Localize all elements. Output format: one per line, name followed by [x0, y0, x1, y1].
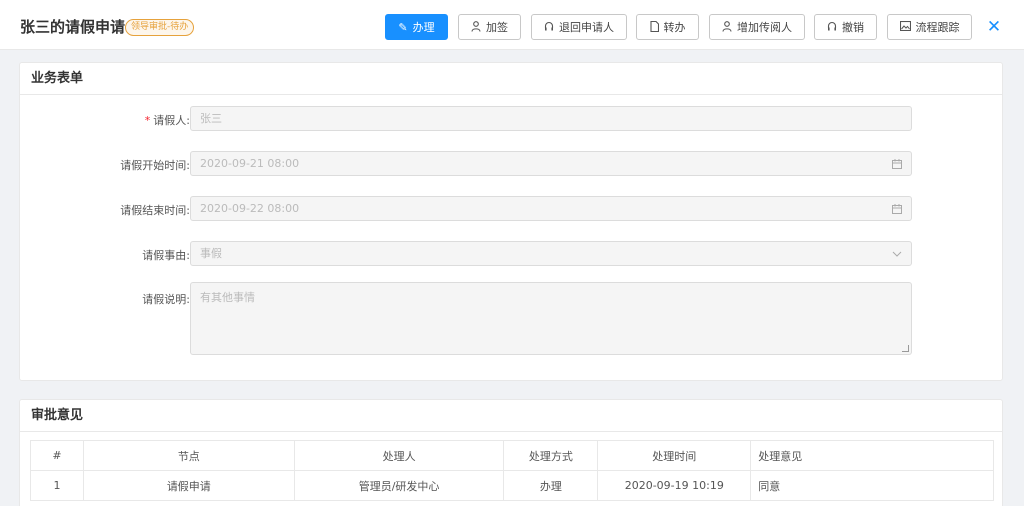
transfer-button[interactable]: 转办	[636, 14, 699, 40]
start-time-value: 2020-09-21 08:00	[200, 157, 300, 170]
table-cell: 管理员/研发中心	[293, 470, 505, 501]
start-time-field[interactable]: 2020-09-21 08:00	[190, 151, 912, 176]
end-time-label: 请假结束时间:	[120, 204, 190, 217]
table-row: 1 请假申请 管理员/研发中心 办理 2020-09-19 10:19 同意	[30, 470, 994, 501]
add-reader-button-label: 增加传阅人	[737, 21, 792, 34]
business-form-card: 业务表单 * 请假人: 张三 请假开始时间: 2020-09-21 08:00 请…	[19, 62, 1003, 381]
reason-value: 事假	[200, 247, 222, 260]
business-form-heading: 业务表单	[20, 63, 1002, 95]
description-label: 请假说明:	[142, 293, 190, 306]
return-applicant-button-label: 退回申请人	[559, 21, 614, 34]
table-cell: 办理	[503, 470, 599, 501]
chevron-down-icon	[892, 242, 902, 266]
table-header-row: # 节点 处理人 处理方式 处理时间 处理意见	[30, 440, 994, 471]
column-header: 处理人	[293, 440, 505, 471]
approval-heading: 审批意见	[20, 400, 1002, 432]
headset-icon	[544, 21, 554, 34]
track-button[interactable]: 流程跟踪	[887, 14, 972, 40]
table-cell: 请假申请	[82, 470, 295, 501]
description-value: 有其他事情	[200, 291, 255, 304]
column-header: 处理意见	[750, 440, 994, 471]
end-time-value: 2020-09-22 08:00	[200, 202, 300, 215]
revoke-button[interactable]: 撤销	[814, 14, 877, 40]
headset-icon	[827, 21, 837, 34]
close-icon[interactable]: ✕	[984, 16, 1004, 38]
image-icon	[899, 20, 911, 33]
add-sign-button-label: 加签	[486, 21, 508, 34]
resize-handle[interactable]	[902, 345, 909, 352]
add-sign-button[interactable]: 加签	[458, 14, 521, 40]
user-icon	[722, 20, 732, 34]
calendar-icon	[892, 197, 902, 223]
transfer-button-label: 转办	[663, 21, 686, 34]
column-header: 处理方式	[503, 440, 599, 471]
reason-select[interactable]: 事假	[190, 241, 912, 266]
column-header: 节点	[82, 440, 295, 471]
description-textarea[interactable]: 有其他事情	[190, 282, 912, 355]
track-button-label: 流程跟踪	[915, 21, 960, 34]
end-time-field[interactable]: 2020-09-22 08:00	[190, 196, 912, 221]
start-time-label: 请假开始时间:	[120, 159, 190, 172]
add-reader-button[interactable]: 增加传阅人	[709, 14, 805, 40]
applicant-field[interactable]: 张三	[190, 106, 912, 131]
approval-card: 审批意见 # 节点 处理人 处理方式 处理时间 处理意见 1 请假申请 管理员/…	[19, 399, 1003, 506]
column-header: #	[30, 440, 84, 471]
return-applicant-button[interactable]: 退回申请人	[531, 14, 627, 40]
applicant-label: * 请假人:	[20, 112, 190, 128]
page-title: 张三的请假申请	[20, 18, 126, 36]
table-cell: 1	[30, 470, 84, 501]
user-icon	[471, 20, 481, 34]
applicant-value: 张三	[200, 112, 222, 125]
revoke-button-label: 撤销	[842, 21, 864, 34]
page-header: 张三的请假申请 领导审批-待办 ✎ 办理 加签 退回申请人 转办 增加传阅人 撤…	[0, 0, 1024, 50]
pen-icon: ✎	[398, 20, 408, 34]
table-cell: 2020-09-19 10:19	[597, 470, 752, 501]
table-cell: 同意	[750, 470, 994, 501]
required-mark: *	[144, 114, 151, 127]
reason-label: 请假事由:	[142, 249, 190, 262]
column-header: 处理时间	[597, 440, 752, 471]
approval-table: # 节点 处理人 处理方式 处理时间 处理意见 1 请假申请 管理员/研发中心 …	[30, 440, 994, 501]
status-badge: 领导审批-待办	[125, 19, 195, 36]
document-icon	[649, 20, 659, 34]
handle-button-label: 办理	[412, 21, 435, 34]
handle-button[interactable]: ✎ 办理	[385, 14, 448, 40]
applicant-label-text: 请假人:	[153, 114, 190, 127]
calendar-icon	[892, 152, 902, 178]
